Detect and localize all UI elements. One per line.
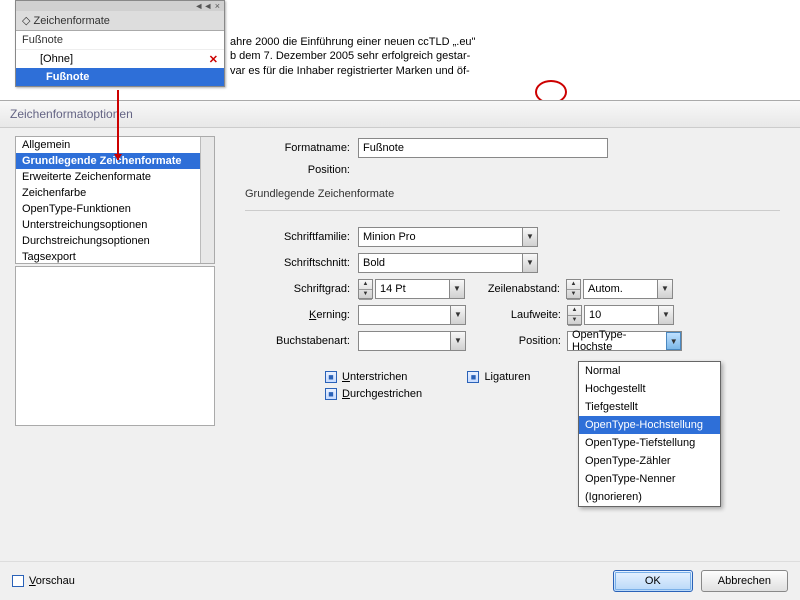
label-position2: Position: <box>466 335 561 347</box>
nav-durchstreichung[interactable]: Durchstreichungsoptionen <box>16 233 214 249</box>
nav-unterstreichung[interactable]: Unterstreichungsoptionen <box>16 217 214 233</box>
spinner-schriftgrad[interactable]: ▲▼ <box>358 279 373 299</box>
dd-opentype-tief[interactable]: OpenType-Tiefstellung <box>579 434 720 452</box>
dd-hochgestellt[interactable]: Hochgestellt <box>579 380 720 398</box>
ok-button[interactable]: OK <box>613 570 693 592</box>
chevron-down-icon: ▼ <box>522 254 537 272</box>
nav-empty-box <box>15 266 215 426</box>
chevron-down-icon: ▼ <box>449 280 464 298</box>
dd-tiefgestellt[interactable]: Tiefgestellt <box>579 398 720 416</box>
check-unterstrichen[interactable]: ■Unterstrichen <box>325 371 407 383</box>
section-title: Grundlegende Zeichenformate <box>245 188 780 200</box>
dialog-footer: ■Vorschau OK Abbrechen <box>0 561 800 600</box>
chevron-down-icon: ▼ <box>657 280 672 298</box>
dialog-title: Zeichenformatoptionen <box>0 101 800 128</box>
dropdown-position[interactable]: Normal Hochgestellt Tiefgestellt OpenTyp… <box>578 361 721 507</box>
separator <box>245 210 780 211</box>
chevron-down-icon: ▼ <box>666 332 681 350</box>
label-formatname: Formatname: <box>245 142 350 154</box>
spinner-laufweite[interactable]: ▲▼ <box>567 305 582 325</box>
chevron-down-icon: ▼ <box>658 306 673 324</box>
chevron-down-icon: ▼ <box>450 306 465 324</box>
panel-icon: ◇ <box>22 14 30 27</box>
dialog-nav: Allgemein Grundlegende Zeichenformate Er… <box>0 128 215 568</box>
panel-style-list: [Ohne]✕ Fußnote <box>16 50 224 86</box>
doc-line: var es für die Inhaber registrierter Mar… <box>230 64 790 78</box>
nav-tagsexport[interactable]: Tagsexport <box>16 249 214 264</box>
spinner-zeilenabstand[interactable]: ▲▼ <box>566 279 581 299</box>
dd-opentype-hoch[interactable]: OpenType-Hochstellung <box>579 416 720 434</box>
annotation-arrow <box>117 90 119 160</box>
doc-line: ahre 2000 die Einführung einer neuen ccT… <box>230 35 790 49</box>
combo-laufweite[interactable]: 10▼ <box>584 305 674 325</box>
panel-zeichenformate: ◄◄ × ◇Zeichenformate Fußnote [Ohne]✕ Fuß… <box>15 0 225 87</box>
check-ligaturen[interactable]: ■Ligaturen <box>467 371 530 383</box>
label-schriftschnitt: Schriftschnitt: <box>245 257 350 269</box>
label-buchstabenart: Buchstabenart: <box>245 335 350 347</box>
combo-schriftfamilie[interactable]: Minion Pro▼ <box>358 227 538 247</box>
label-kerning: Kerning: <box>245 309 350 321</box>
doc-line: b dem 7. Dezember 2005 sehr erfolgreich … <box>230 49 790 63</box>
check-vorschau[interactable]: ■Vorschau <box>12 575 75 587</box>
label-schriftfamilie: Schriftfamilie: <box>245 231 350 243</box>
input-formatname[interactable] <box>358 138 608 158</box>
combo-buchstabenart[interactable]: ▼ <box>358 331 466 351</box>
cancel-button[interactable]: Abbrechen <box>701 570 788 592</box>
scrollbar[interactable] <box>200 137 214 263</box>
combo-zeilenabstand[interactable]: Autom.▼ <box>583 279 673 299</box>
chevron-down-icon: ▼ <box>450 332 465 350</box>
combo-schriftgrad[interactable]: 14 Pt▼ <box>375 279 465 299</box>
label-schriftgrad: Schriftgrad: <box>245 283 350 295</box>
check-durchgestrichen[interactable]: ■Durchgestrichen <box>325 388 422 400</box>
dd-normal[interactable]: Normal <box>579 362 720 380</box>
label-laufweite: Laufweite: <box>466 309 561 321</box>
dd-opentype-zaehler[interactable]: OpenType-Zähler <box>579 452 720 470</box>
panel-current[interactable]: Fußnote <box>16 31 224 50</box>
nav-allgemein[interactable]: Allgemein <box>16 137 214 153</box>
chevron-down-icon: ▼ <box>522 228 537 246</box>
clear-icon[interactable]: ✕ <box>209 53 218 66</box>
style-item-none[interactable]: [Ohne]✕ <box>16 50 224 68</box>
combo-schriftschnitt[interactable]: Bold▼ <box>358 253 538 273</box>
nav-zeichenfarbe[interactable]: Zeichenfarbe <box>16 185 214 201</box>
label-position: Position: <box>245 164 350 176</box>
combo-kerning[interactable]: ▼ <box>358 305 466 325</box>
combo-position[interactable]: OpenType-Hochste▼ <box>567 331 682 351</box>
dialog-zeichenformatoptionen: Zeichenformatoptionen Allgemein Grundleg… <box>0 100 800 600</box>
label-zeilenabstand: Zeilenabstand: <box>465 283 560 295</box>
nav-opentype[interactable]: OpenType-Funktionen <box>16 201 214 217</box>
dd-opentype-nenner[interactable]: OpenType-Nenner <box>579 470 720 488</box>
dd-ignorieren[interactable]: (Ignorieren) <box>579 488 720 506</box>
nav-erweiterte[interactable]: Erweiterte Zeichenformate <box>16 169 214 185</box>
document-text: ahre 2000 die Einführung einer neuen ccT… <box>230 35 790 78</box>
style-item-fussnote[interactable]: Fußnote <box>16 68 224 86</box>
panel-title[interactable]: ◇Zeichenformate <box>16 11 224 31</box>
panel-controls[interactable]: ◄◄ × <box>16 1 224 11</box>
